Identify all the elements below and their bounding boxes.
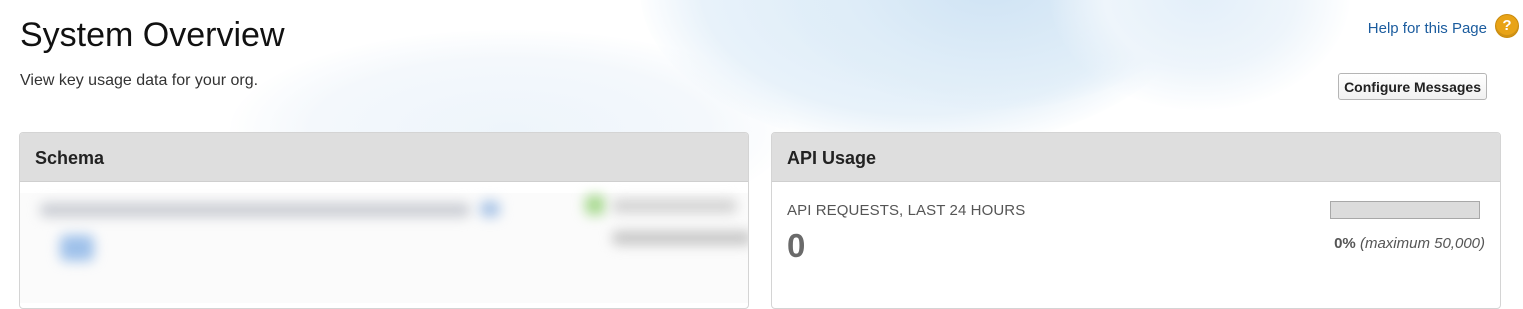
configure-messages-button[interactable]: Configure Messages xyxy=(1338,73,1487,100)
schema-panel: Schema xyxy=(19,132,749,309)
api-requests-label: API REQUESTS, LAST 24 HOURS xyxy=(787,202,1026,219)
blurred-icon xyxy=(480,201,500,217)
api-usage-panel-title: API Usage xyxy=(772,133,1500,182)
background-cloud xyxy=(640,0,1200,150)
background-cloud xyxy=(780,0,1200,110)
page-title: System Overview xyxy=(20,16,285,54)
blurred-schema-content xyxy=(20,193,748,303)
blurred-button xyxy=(60,235,94,261)
schema-panel-title: Schema xyxy=(20,133,748,182)
api-requests-value: 0 xyxy=(787,227,806,264)
usage-summary: 0% (maximum 50,000) xyxy=(1334,235,1485,252)
api-usage-panel: API Usage API REQUESTS, LAST 24 HOURS 0 … xyxy=(771,132,1501,309)
usage-progress-bar xyxy=(1330,201,1480,219)
blurred-text xyxy=(612,199,737,213)
blurred-text xyxy=(612,231,748,245)
page-description: View key usage data for your org. xyxy=(20,72,259,89)
blurred-icon xyxy=(585,195,605,215)
help-link[interactable]: Help for this Page xyxy=(1368,20,1487,37)
usage-percent: 0% xyxy=(1334,235,1356,252)
background-cloud xyxy=(1050,0,1350,110)
usage-maximum: (maximum 50,000) xyxy=(1359,235,1485,252)
question-icon[interactable]: ? xyxy=(1495,14,1519,38)
blurred-text xyxy=(40,203,470,217)
